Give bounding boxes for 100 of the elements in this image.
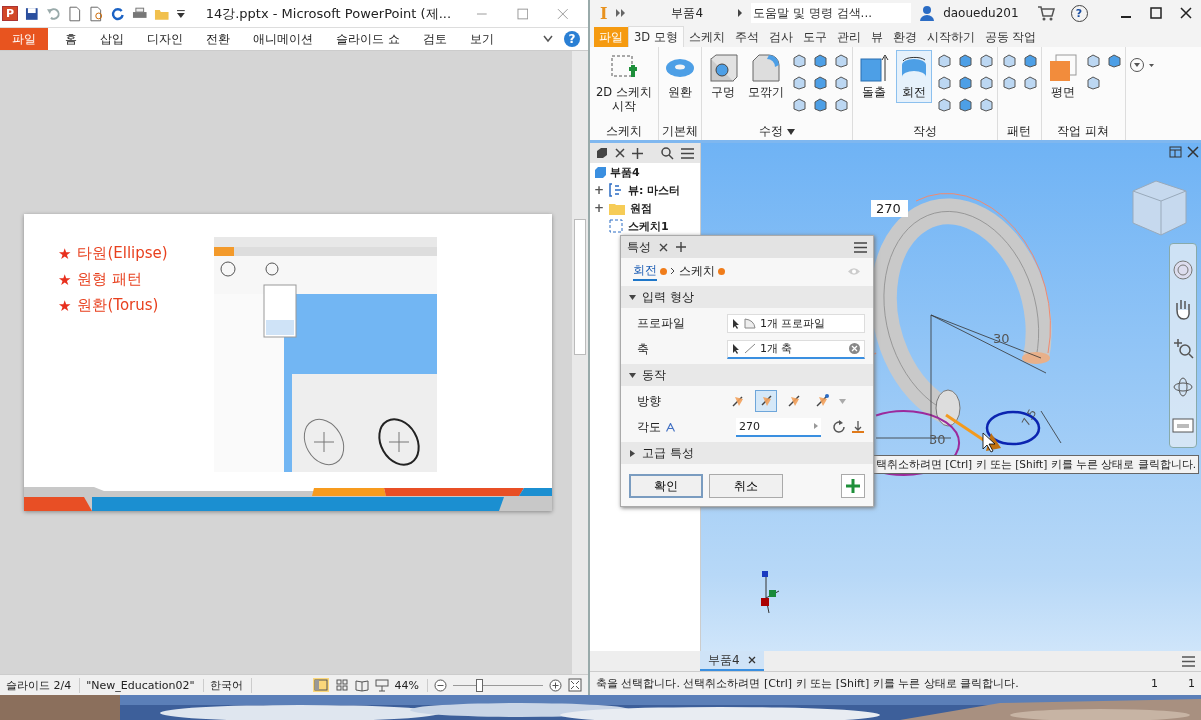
close-icon[interactable] (615, 148, 625, 158)
close-icon[interactable] (747, 656, 756, 664)
search-icon[interactable] (661, 146, 674, 160)
section-header[interactable]: 동작 (621, 364, 873, 386)
dialog-button[interactable]: 확인 (629, 474, 703, 498)
caret-icon[interactable] (176, 8, 185, 19)
zoom-in-icon[interactable] (549, 678, 562, 692)
book-icon[interactable] (354, 678, 369, 692)
expand-toggle[interactable]: + (594, 202, 604, 214)
tool-icon[interactable] (977, 53, 994, 69)
ribbon-tab[interactable]: 보기 (463, 28, 500, 50)
document-icon[interactable] (68, 5, 82, 22)
zoom-icon[interactable] (1172, 336, 1194, 359)
preview-icon[interactable] (88, 5, 105, 22)
grid-view-icon[interactable] (334, 678, 349, 692)
selection-field[interactable]: 1개 프로파일 (727, 313, 865, 333)
tool-icon[interactable] (956, 75, 973, 91)
ribbon-tab[interactable]: 3D 모형 (628, 26, 684, 47)
flip-icon[interactable] (832, 420, 846, 434)
add-icon[interactable] (676, 242, 686, 252)
ribbon-button[interactable]: 원환 (661, 50, 698, 103)
caret-icon[interactable] (737, 8, 744, 18)
breadcrumb-link[interactable]: 회전 (633, 261, 657, 281)
ribbon-tab[interactable]: 스케치 (683, 27, 730, 47)
tree-item[interactable]: 스케치1 (628, 218, 669, 234)
ribbon-tab[interactable]: 시작하기 (921, 27, 980, 47)
caret-icon[interactable] (629, 371, 636, 379)
dropdown-icon[interactable] (1128, 57, 1155, 73)
add-icon[interactable] (632, 147, 643, 159)
printer-icon[interactable] (131, 6, 148, 21)
ribbon-tab[interactable]: 검사 (763, 27, 798, 47)
spin-arrow-icon[interactable] (814, 423, 818, 429)
expand-toggle[interactable]: + (594, 184, 604, 196)
cube-icon[interactable] (596, 147, 608, 159)
ribbon-button[interactable]: 구멍 (704, 50, 741, 103)
tool-icon[interactable] (935, 53, 952, 69)
refresh-icon[interactable] (111, 6, 125, 21)
ribbon-button[interactable]: 평면 (1044, 50, 1081, 103)
panel-tab[interactable]: 특성 (627, 238, 651, 256)
tree-item[interactable]: 뷰: 마스터 (628, 182, 681, 198)
selection-field[interactable]: 1개 축 (727, 339, 865, 359)
ribbon-button[interactable]: 회전 (895, 50, 932, 103)
tool-icon[interactable] (1000, 53, 1017, 69)
menu-icon[interactable] (1182, 655, 1195, 667)
clear-icon[interactable] (849, 343, 860, 354)
projector-icon[interactable] (374, 678, 389, 692)
dialog-button[interactable]: 취소 (709, 474, 783, 498)
ribbon-tab[interactable]: 관리 (831, 27, 866, 47)
tool-icon[interactable] (832, 75, 849, 91)
help-button[interactable]: ? (564, 31, 580, 47)
tool-icon[interactable] (977, 97, 994, 113)
ribbon-tab[interactable]: 디자인 (141, 28, 189, 50)
close-icon[interactable] (1187, 146, 1199, 158)
tool-icon[interactable] (977, 75, 994, 91)
tool-icon[interactable] (790, 53, 807, 69)
direction-icon[interactable] (851, 420, 865, 434)
menu-icon[interactable] (854, 241, 867, 253)
ribbon-tab[interactable]: 도구 (797, 27, 832, 47)
ribbon-button[interactable]: 돌출 (855, 50, 892, 103)
hand-icon[interactable] (1173, 297, 1193, 320)
ribbon-tab[interactable]: 슬라이드 쇼 (330, 28, 406, 50)
tool-icon[interactable] (935, 75, 952, 91)
close-icon[interactable] (659, 242, 668, 252)
tool-icon[interactable] (935, 97, 952, 113)
user-name[interactable]: daouedu201 (943, 6, 1019, 20)
menu-icon[interactable] (681, 147, 694, 159)
normal-view-icon[interactable] (312, 678, 329, 692)
apply-button[interactable] (841, 474, 865, 498)
tool-icon[interactable] (832, 97, 849, 113)
tool-icon[interactable] (811, 75, 828, 91)
zoom-out-icon[interactable] (434, 678, 447, 692)
tool-icon[interactable] (1084, 53, 1101, 69)
document-tab[interactable]: 부품4 (700, 651, 764, 671)
breadcrumb-link[interactable]: 스케치 (679, 262, 715, 280)
expand-icon[interactable] (615, 8, 628, 18)
tool-icon[interactable] (1021, 53, 1038, 69)
scroll-bar[interactable] (572, 51, 588, 674)
ribbon-tab[interactable]: 삽입 (94, 28, 130, 50)
caret-icon[interactable] (629, 449, 636, 457)
tool-icon[interactable] (811, 53, 828, 69)
tool-icon[interactable] (1105, 53, 1122, 69)
ribbon-tab[interactable]: 애니메이션 (247, 28, 319, 50)
ribbon-button[interactable]: 모깎기 (744, 50, 787, 103)
section-header[interactable]: 고급 특성 (621, 442, 873, 464)
tree-item[interactable]: 부품4 (590, 163, 640, 181)
tool-icon[interactable] (832, 53, 849, 69)
ribbon-tab[interactable]: 주석 (729, 27, 764, 47)
save-icon[interactable] (25, 6, 39, 21)
search-field[interactable]: 도움말 및 명령 검색... (751, 3, 912, 23)
ribbon-tab[interactable]: 뷰 (865, 27, 888, 47)
orbit-icon[interactable] (1172, 375, 1194, 398)
ribbon-tab[interactable]: 홈 (59, 28, 83, 50)
collapse-icon[interactable] (543, 35, 553, 43)
tool-icon[interactable] (956, 97, 973, 113)
tool-icon[interactable] (790, 75, 807, 91)
close-icon[interactable] (1180, 7, 1192, 19)
layout-icon[interactable] (1169, 146, 1182, 158)
tool-icon[interactable] (1021, 75, 1038, 91)
maximize-icon[interactable] (1150, 7, 1162, 19)
steering-wheel-icon[interactable] (1172, 258, 1194, 281)
